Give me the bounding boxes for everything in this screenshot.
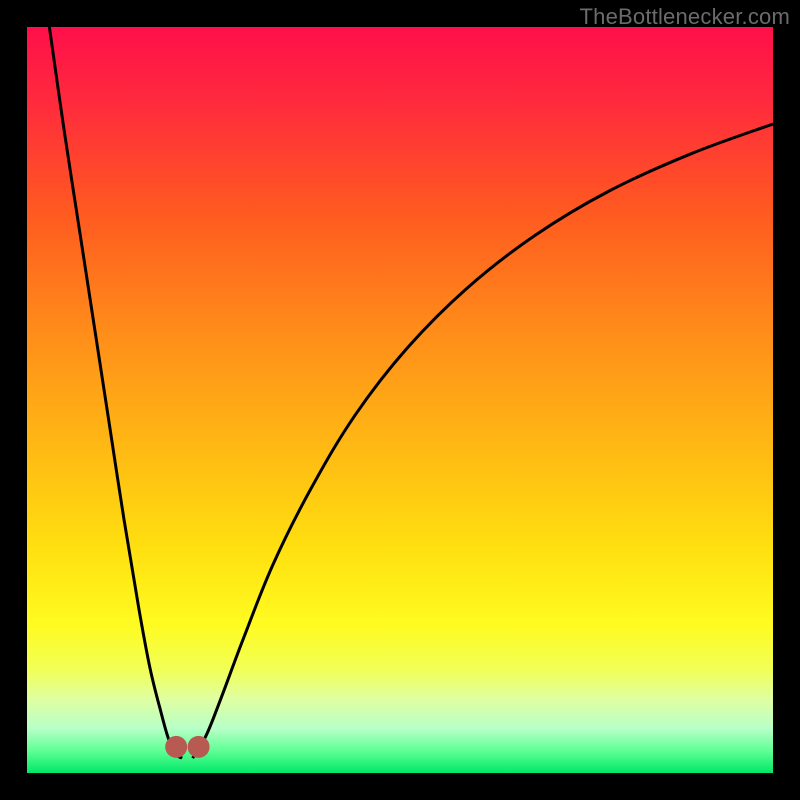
outer-frame: TheBottlenecker.com [0, 0, 800, 800]
plot-area [27, 27, 773, 773]
valley-marker-right [188, 736, 210, 758]
valley-marker-left [165, 736, 187, 758]
plot-svg [27, 27, 773, 773]
gradient-background [27, 27, 773, 773]
